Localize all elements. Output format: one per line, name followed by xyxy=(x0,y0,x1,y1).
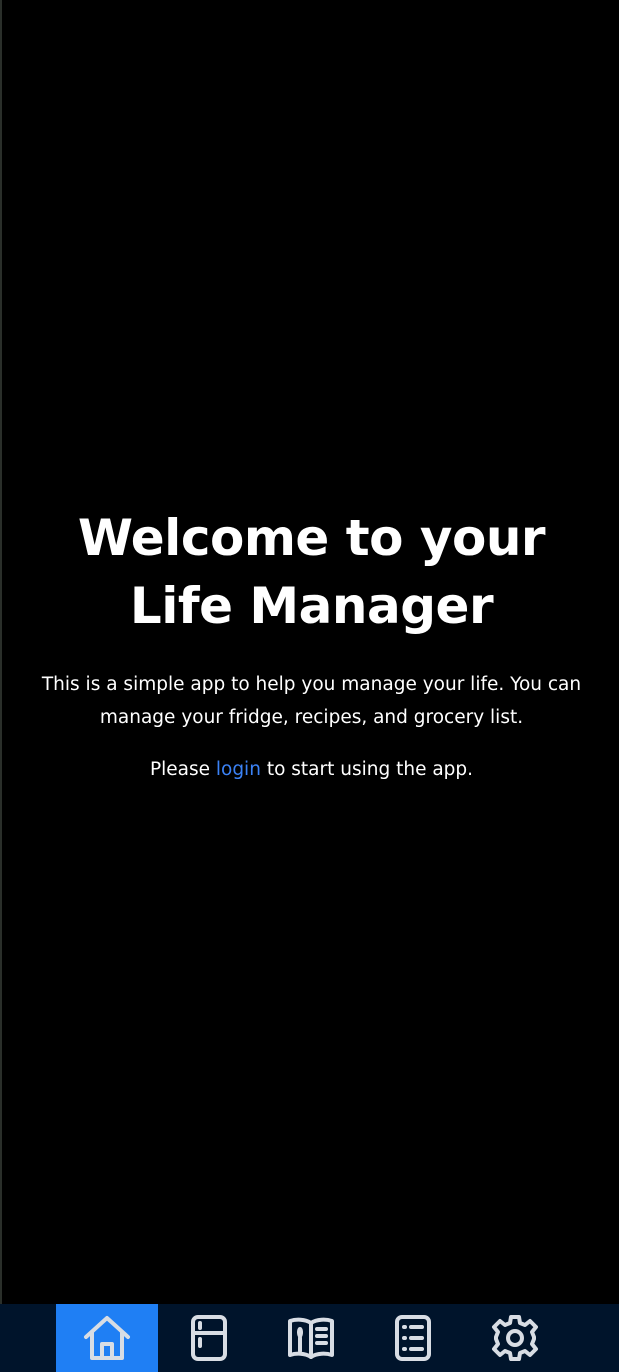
page-title: Welcome to your Life Manager xyxy=(77,509,546,635)
recipe-book-icon xyxy=(288,1317,334,1359)
main-content: Welcome to your Life Manager This is a s… xyxy=(0,0,619,1304)
fridge-icon xyxy=(191,1315,227,1361)
list-icon xyxy=(395,1315,431,1361)
nav-grocery-list[interactable] xyxy=(362,1304,464,1372)
home-icon xyxy=(84,1316,130,1360)
nav-settings[interactable] xyxy=(464,1304,566,1372)
nav-fridge[interactable] xyxy=(158,1304,260,1372)
login-prompt-before: Please xyxy=(149,759,216,780)
nav-recipes[interactable] xyxy=(260,1304,362,1372)
gear-icon xyxy=(492,1315,538,1361)
login-prompt-after: to start using the app. xyxy=(260,759,474,780)
app-description: This is a simple app to help you manage … xyxy=(41,674,582,728)
login-link[interactable]: login xyxy=(216,759,261,780)
login-prompt: Please login to start using the app. xyxy=(0,755,619,785)
nav-home[interactable] xyxy=(56,1304,158,1372)
bottom-nav-bar xyxy=(0,1304,619,1372)
